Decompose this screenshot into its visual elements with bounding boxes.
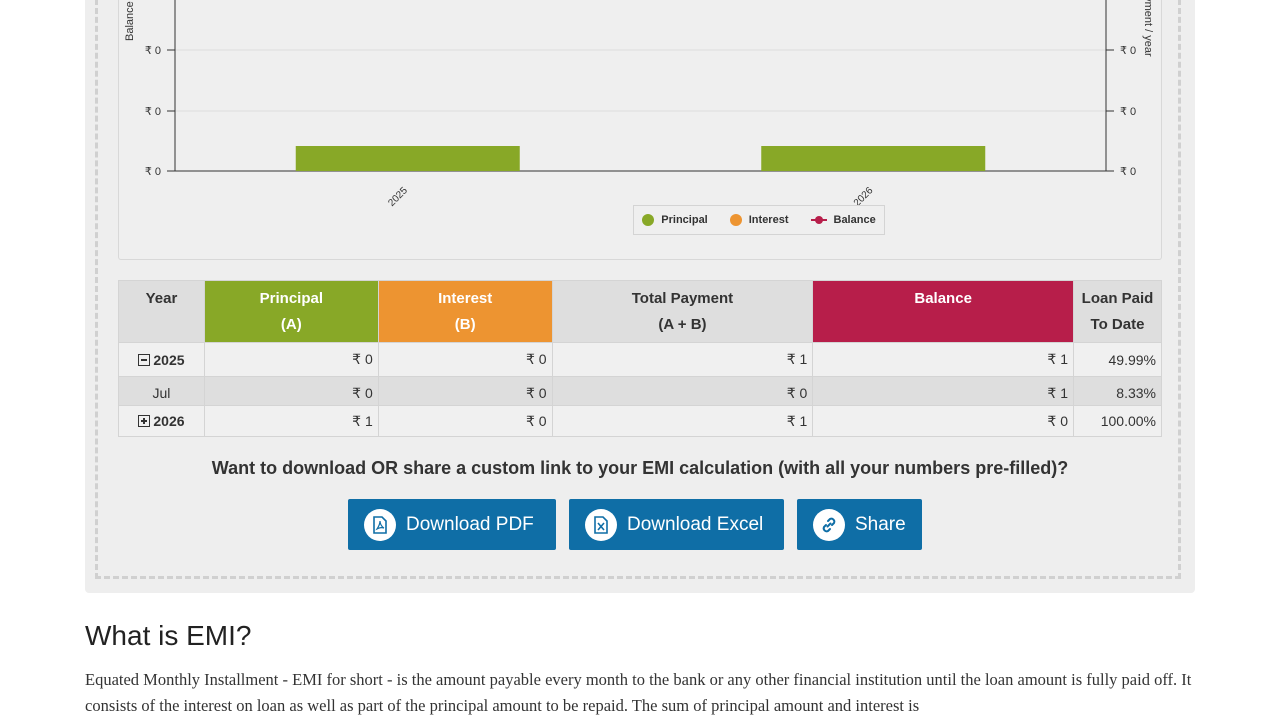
interest-dot-icon xyxy=(729,214,742,226)
expand-icon[interactable] xyxy=(138,415,151,427)
header-loan-paid: Loan Paid To Date xyxy=(1073,280,1162,343)
chart-legend: Principal Interest Balance xyxy=(633,205,885,235)
balance-line-icon xyxy=(810,215,827,225)
principal-cell: ₹ 1 xyxy=(203,405,379,437)
x-tick-label: 2025 xyxy=(386,185,410,209)
left-axis-title: Balance xyxy=(124,1,136,41)
right-tick-label: ₹ 0 xyxy=(1120,106,1136,118)
loan-paid-cell: 8.33% xyxy=(1073,376,1162,406)
download-excel-label: Download Excel xyxy=(627,513,764,535)
right-tick-label: ₹ 0 xyxy=(1120,166,1136,178)
pdf-file-icon xyxy=(364,508,396,541)
balance-cell: ₹ 1 xyxy=(812,376,1074,406)
legend-balance-label: Balance xyxy=(833,214,876,226)
principal-cell: ₹ 0 xyxy=(203,342,379,377)
header-total-payment: Total Payment (A + B) xyxy=(551,280,814,343)
balance-cell: ₹ 1 xyxy=(812,342,1074,377)
legend-interest[interactable]: Interest xyxy=(729,214,789,226)
link-icon xyxy=(813,508,845,541)
header-year: Year xyxy=(118,280,205,343)
left-tick-label: ₹ 0 xyxy=(145,106,161,118)
header-balance: Balance xyxy=(812,280,1074,343)
header-interest: Interest (B) xyxy=(377,280,553,343)
total-cell: ₹ 1 xyxy=(551,342,814,377)
collapse-icon[interactable] xyxy=(138,353,151,366)
interest-cell: ₹ 0 xyxy=(377,376,553,406)
loan-paid-cell: 100.00% xyxy=(1073,405,1162,437)
left-tick-label: ₹ 0 xyxy=(145,45,161,57)
emi-chart: ₹ 0 ₹ 0 ₹ 0 ₹ 0 ₹ 0 ₹ 0 Balance ayment / year 20… xyxy=(118,0,1162,260)
balance-cell: ₹ 0 xyxy=(812,405,1074,437)
share-button[interactable]: Share xyxy=(797,499,922,550)
what-is-emi-text: Equated Monthly Installment - EMI for sh… xyxy=(85,670,1192,715)
total-cell: ₹ 1 xyxy=(551,405,814,437)
right-tick-label: ₹ 0 xyxy=(1120,45,1136,57)
legend-principal[interactable]: Principal xyxy=(642,214,708,226)
what-is-emi-heading: What is EMI? xyxy=(85,620,252,651)
excel-file-icon xyxy=(585,508,617,541)
interest-cell: ₹ 0 xyxy=(377,405,553,437)
table-row: 2025 ₹ 0 ₹ 0 ₹ 1 ₹ 1 49.99% xyxy=(118,342,1162,377)
month-cell: Jul xyxy=(118,376,205,406)
download-pdf-button[interactable]: Download PDF xyxy=(348,499,556,550)
header-principal: Principal (A) xyxy=(203,280,379,343)
table-header-row: Year Principal (A) Interest (B) Total Paym… xyxy=(118,280,1162,343)
left-tick-label: ₹ 0 xyxy=(145,166,161,178)
emi-schedule-table: Year Principal (A) Interest (B) Total Paym… xyxy=(118,280,1162,437)
legend-principal-label: Principal xyxy=(661,214,708,226)
principal-cell: ₹ 0 xyxy=(203,376,379,406)
legend-interest-label: Interest xyxy=(748,214,789,226)
principal-bar xyxy=(761,146,986,171)
interest-cell: ₹ 0 xyxy=(377,342,553,377)
year-toggle-2025[interactable]: 2025 xyxy=(118,342,205,377)
download-pdf-label: Download PDF xyxy=(406,513,534,535)
download-share-prompt: Want to download OR share a custom link … xyxy=(211,458,1069,478)
legend-balance[interactable]: Balance xyxy=(810,214,876,226)
table-row: 2026 ₹ 1 ₹ 0 ₹ 1 ₹ 0 100.00% xyxy=(118,405,1162,437)
total-cell: ₹ 0 xyxy=(551,376,814,406)
table-row-month: Jul ₹ 0 ₹ 0 ₹ 0 ₹ 1 8.33% xyxy=(118,376,1162,406)
loan-paid-cell: 49.99% xyxy=(1073,342,1162,377)
right-axis-title: ayment / year xyxy=(1142,0,1154,57)
year-toggle-2026[interactable]: 2026 xyxy=(118,405,205,437)
principal-dot-icon xyxy=(642,214,655,226)
principal-bar xyxy=(295,146,520,171)
download-excel-button[interactable]: Download Excel xyxy=(569,499,784,550)
share-label: Share xyxy=(855,513,906,535)
